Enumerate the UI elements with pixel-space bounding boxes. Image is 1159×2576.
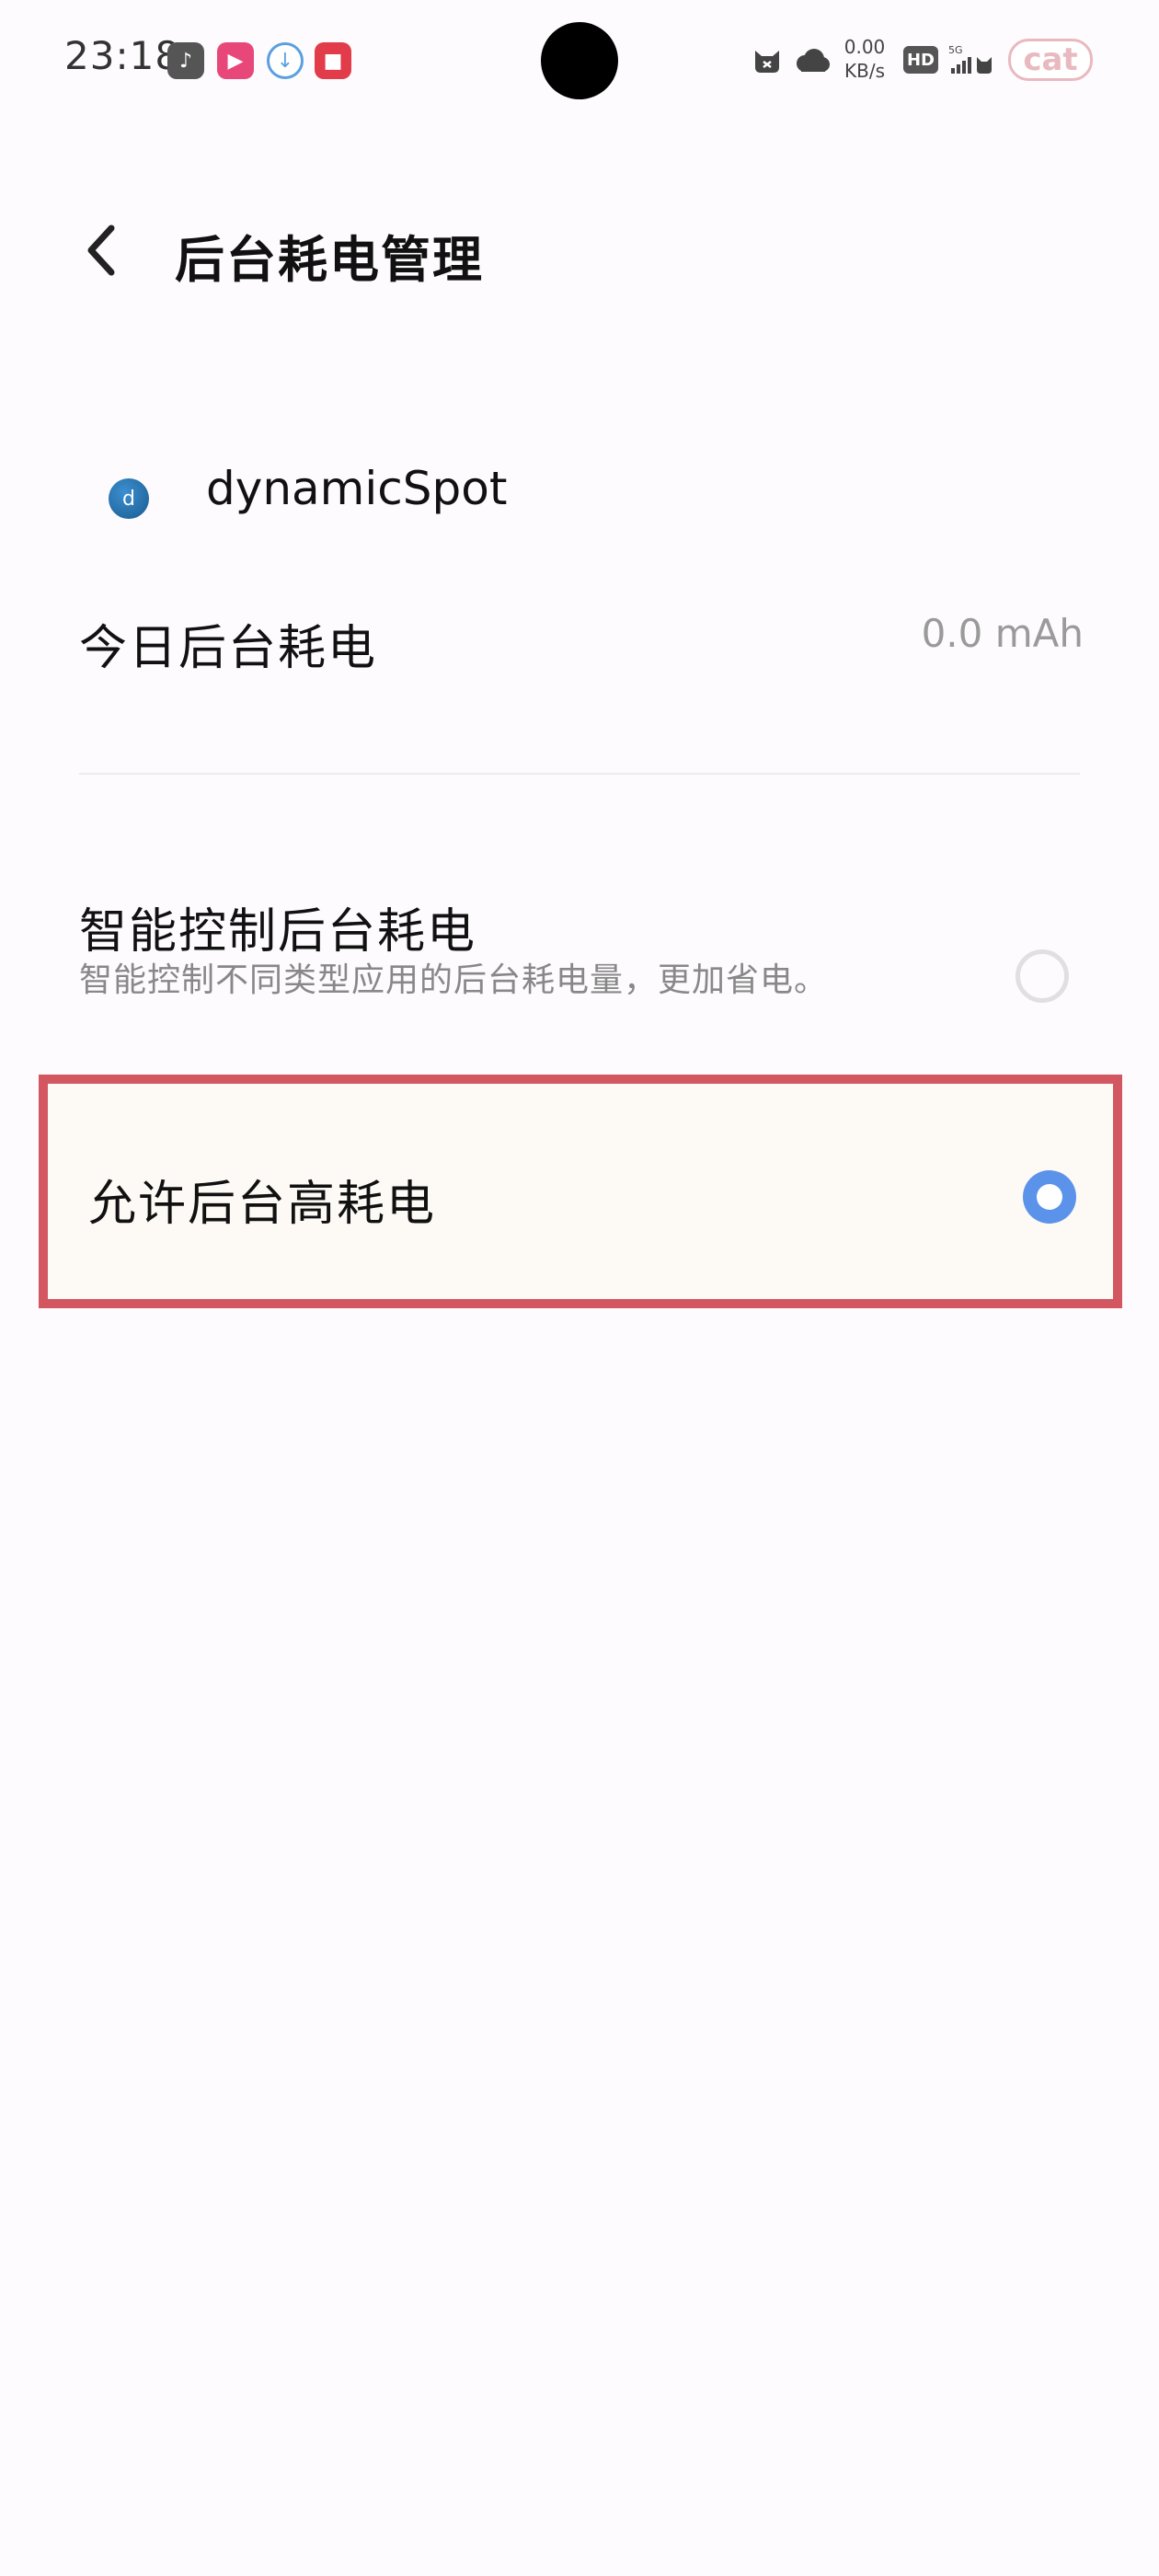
signal-icon: 5G (947, 44, 1001, 75)
hd-badge: HD (903, 46, 938, 74)
weather-cloud-icon (791, 46, 832, 75)
app-icon: d (109, 478, 149, 519)
cat-notification-icon (751, 46, 784, 75)
option-allow-high-background-usage[interactable]: 允许后台高耗电 (39, 1075, 1122, 1308)
network-type-label: 5G (948, 44, 963, 56)
radio-button-unselected[interactable] (1016, 949, 1069, 1003)
back-button[interactable] (68, 213, 132, 287)
download-icon: ↓ (267, 42, 304, 79)
status-time: 23:18 (64, 33, 181, 78)
chevron-left-icon (87, 224, 115, 276)
option-title: 智能控制后台耗电 (79, 904, 477, 960)
network-speed-value: 0.00 (843, 36, 886, 58)
today-background-usage-value: 0.0 mAh (921, 611, 1084, 656)
radio-button-selected[interactable] (1023, 1170, 1076, 1224)
network-speed-unit: KB/s (844, 60, 885, 82)
option-smart-control[interactable]: 智能控制后台耗电 智能控制不同类型应用的后台耗电量，更加省电。 (0, 865, 1159, 1049)
red-app-icon: ■ (315, 42, 351, 79)
app-name: dynamicSpot (206, 462, 508, 515)
front-camera (541, 22, 618, 99)
network-speed: 0.00 KB/s (839, 35, 890, 83)
battery-indicator: cat (1008, 39, 1093, 81)
video-app-icon: ▶ (217, 42, 254, 79)
option-description: 智能控制不同类型应用的后台耗电量，更加省电。 (79, 961, 829, 999)
divider (79, 773, 1080, 775)
today-background-usage-label: 今日后台耗电 (79, 621, 378, 676)
option-title: 允许后台高耗电 (88, 1177, 437, 1232)
radio-dot (1037, 1184, 1062, 1210)
music-app-icon: ♪ (167, 42, 204, 79)
page-title: 后台耗电管理 (175, 231, 484, 289)
